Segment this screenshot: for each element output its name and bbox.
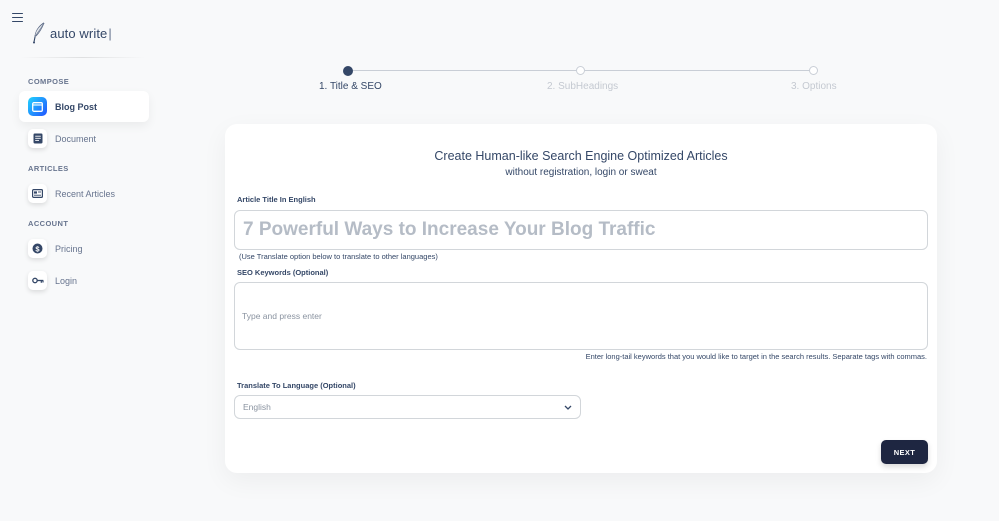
language-selected-value: English xyxy=(243,402,271,412)
section-title-compose: COMPOSE xyxy=(28,77,70,86)
stepper-connector xyxy=(585,70,813,71)
next-button[interactable]: NEXT xyxy=(881,440,928,464)
sidebar-item-label: Document xyxy=(55,133,97,144)
translate-hint: (Use Translate option below to translate… xyxy=(239,252,438,261)
sidebar-item-label: Recent Articles xyxy=(55,188,116,199)
step-2-dot[interactable] xyxy=(576,66,585,75)
keywords-hint: Enter long-tail keywords that you would … xyxy=(585,352,927,361)
sidebar-item-blog-post[interactable]: Blog Post xyxy=(19,91,149,122)
document-icon xyxy=(28,129,47,148)
seo-keywords-label: SEO Keywords (Optional) xyxy=(237,268,329,277)
sidebar-item-label: Pricing xyxy=(55,243,83,254)
language-select[interactable]: English xyxy=(234,395,581,419)
article-form-card: Create Human-like Search Engine Optimize… xyxy=(225,124,937,473)
sidebar-item-recent-articles[interactable]: Recent Articles xyxy=(19,178,149,209)
sidebar-item-document[interactable]: Document xyxy=(19,123,149,154)
article-title-label: Article Title In English xyxy=(237,195,316,204)
stepper-connector xyxy=(348,70,580,71)
brand-cursor: | xyxy=(108,25,112,41)
chevron-down-icon xyxy=(564,405,572,410)
sidebar: auto write | COMPOSE Blog Post Document … xyxy=(0,0,160,521)
sidebar-item-login[interactable]: Login xyxy=(19,265,149,296)
section-title-articles: ARTICLES xyxy=(28,164,69,173)
step-3-dot[interactable] xyxy=(809,66,818,75)
language-label: Translate To Language (Optional) xyxy=(237,381,356,390)
step-1-label: 1. Title & SEO xyxy=(319,81,382,92)
quill-pen-icon xyxy=(33,22,45,44)
seo-keywords-field[interactable] xyxy=(234,282,928,350)
sidebar-item-label: Blog Post xyxy=(55,101,97,112)
sidebar-divider xyxy=(20,57,145,58)
progress-stepper: 1. Title & SEO 2. SubHeadings 3. Options xyxy=(305,64,845,94)
step-1-dot[interactable] xyxy=(343,65,353,76)
article-title-input[interactable] xyxy=(234,210,928,250)
sidebar-item-pricing[interactable]: $ Pricing xyxy=(19,233,149,264)
brand[interactable]: auto write | xyxy=(30,22,112,44)
section-title-account: ACCOUNT xyxy=(28,219,69,228)
form-title: Create Human-like Search Engine Optimize… xyxy=(434,149,728,163)
step-2-label: 2. SubHeadings xyxy=(547,81,619,92)
brand-name: auto write xyxy=(50,25,108,41)
browser-window-icon xyxy=(28,97,47,116)
form-subtitle: without registration, login or sweat xyxy=(505,167,657,178)
dollar-coin-icon: $ xyxy=(28,239,47,258)
article-list-icon xyxy=(28,184,47,203)
sidebar-item-label: Login xyxy=(55,275,78,286)
key-icon xyxy=(28,271,47,290)
step-3-label: 3. Options xyxy=(791,81,837,92)
seo-keywords-input[interactable] xyxy=(242,311,920,321)
